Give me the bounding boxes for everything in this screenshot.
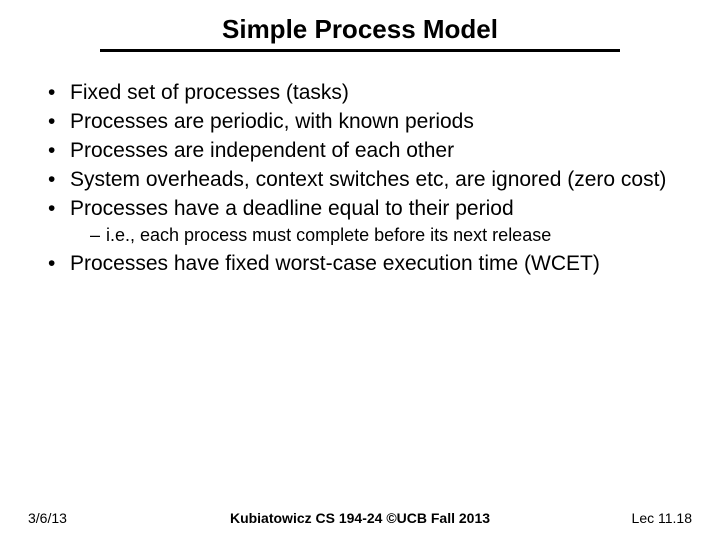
list-item: System overheads, context switches etc, … bbox=[48, 167, 690, 194]
slide-body: Fixed set of processes (tasks) Processes… bbox=[0, 52, 720, 278]
list-item: Fixed set of processes (tasks) bbox=[48, 80, 690, 107]
slide: Simple Process Model Fixed set of proces… bbox=[0, 0, 720, 540]
bullet-list: Fixed set of processes (tasks) Processes… bbox=[48, 80, 690, 278]
list-item: Processes have a deadline equal to their… bbox=[48, 196, 690, 248]
list-item: Processes have fixed worst-case executio… bbox=[48, 251, 690, 278]
footer-page: Lec 11.18 bbox=[632, 510, 692, 526]
list-item: Processes are periodic, with known perio… bbox=[48, 109, 690, 136]
list-item: Processes are independent of each other bbox=[48, 138, 690, 165]
slide-footer: Kubiatowicz CS 194-24 ©UCB Fall 2013 3/6… bbox=[0, 510, 720, 526]
footer-date: 3/6/13 bbox=[28, 510, 67, 526]
slide-title: Simple Process Model bbox=[0, 0, 720, 49]
sub-bullet-list: i.e., each process must complete before … bbox=[70, 224, 690, 247]
list-item-text: Processes have a deadline equal to their… bbox=[70, 197, 514, 220]
sub-list-item: i.e., each process must complete before … bbox=[90, 224, 690, 247]
footer-center: Kubiatowicz CS 194-24 ©UCB Fall 2013 bbox=[0, 510, 720, 526]
